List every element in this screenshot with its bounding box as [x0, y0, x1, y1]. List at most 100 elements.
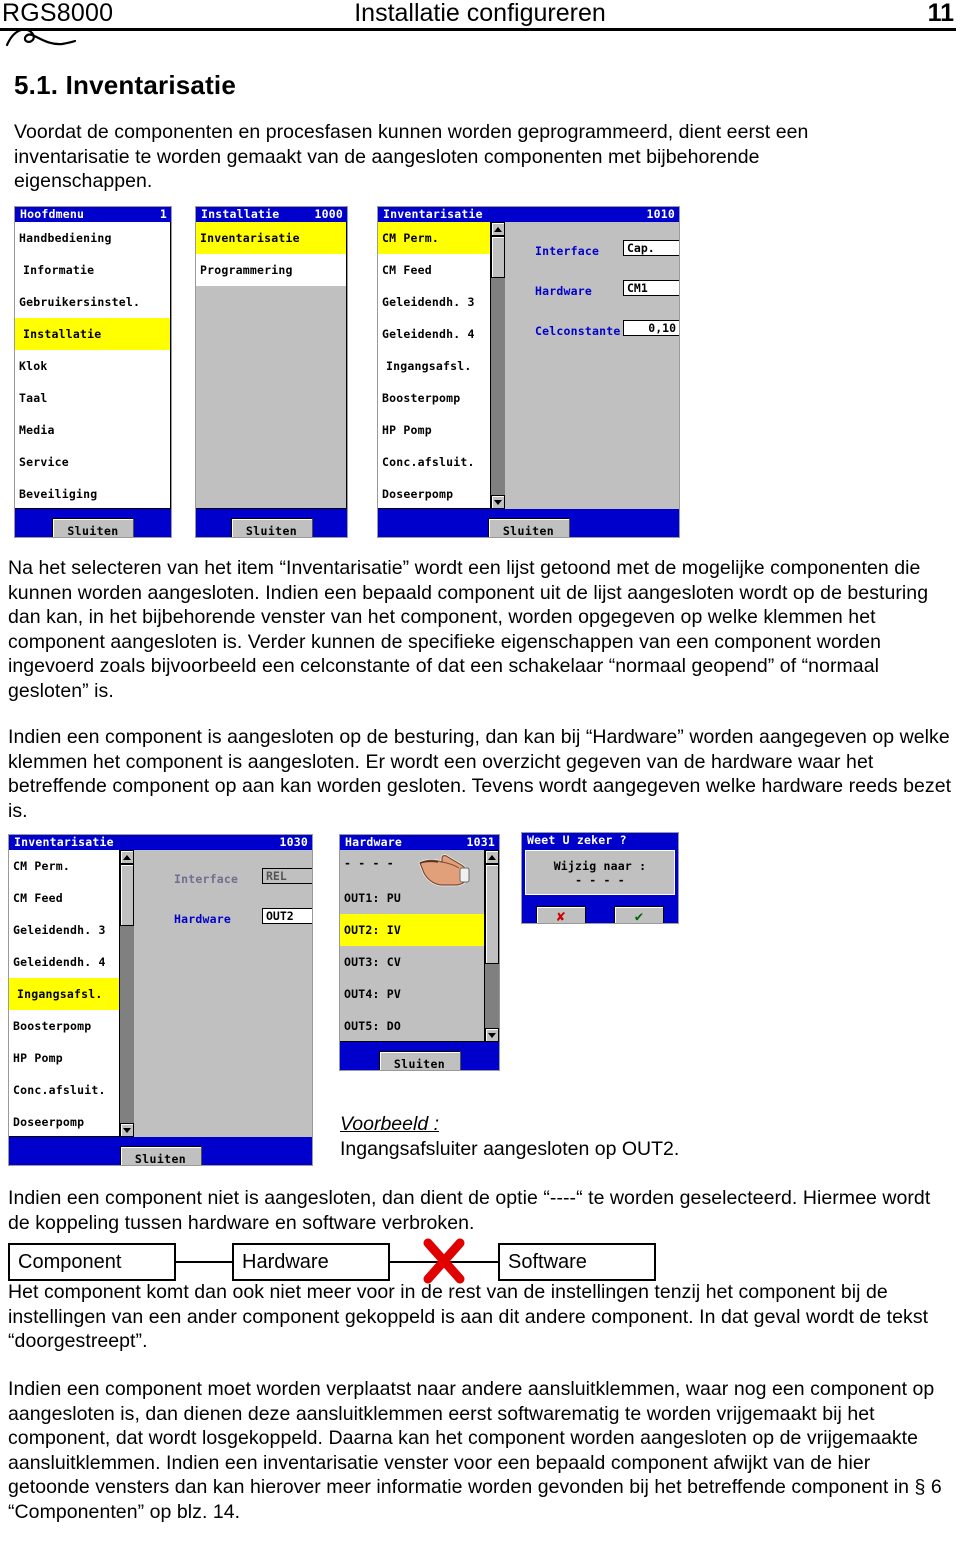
- dialog-installatie[interactable]: Installatie 1000 Inventarisatie Programm…: [195, 206, 348, 538]
- dialog-title-bar: Inventarisatie 1030: [9, 835, 312, 850]
- component-list[interactable]: CM Perm. CM Feed Geleidendh. 3 Geleidend…: [378, 222, 491, 509]
- interface-label: Interface: [535, 244, 600, 258]
- pointing-hand-cursor-icon: [418, 854, 470, 887]
- list-item[interactable]: CM Feed: [9, 882, 119, 914]
- list-item[interactable]: OUT3: CV: [340, 946, 484, 978]
- confirm-button[interactable]: ✔: [614, 905, 664, 923]
- dialog-title-text: Hardware: [345, 835, 402, 849]
- scrollbar-thumb[interactable]: [485, 864, 499, 964]
- list-item-selected[interactable]: Installatie: [15, 318, 170, 350]
- menu-list[interactable]: Inventarisatie Programmering: [196, 222, 347, 509]
- list-item[interactable]: Taal: [15, 382, 170, 414]
- scrollbar-track[interactable]: [120, 864, 134, 1123]
- scroll-down-button[interactable]: [491, 495, 505, 509]
- dialog-footer: Sluiten: [378, 509, 679, 537]
- interface-select[interactable]: Cap.: [623, 240, 679, 256]
- component-list[interactable]: CM Perm. CM Feed Geleidendh. 3 Geleidend…: [9, 850, 120, 1137]
- confirm-message: Wijzig naar : - - - -: [525, 850, 675, 895]
- component-properties-pane: Interface Cap. Hardware CM1 Celconstante…: [505, 222, 679, 509]
- paragraph-c: Indien een component niet is aangesloten…: [8, 1187, 931, 1234]
- list-item[interactable]: Programmering: [196, 254, 346, 286]
- dialog-inventarisatie-1010[interactable]: Inventarisatie 1010 CM Perm. CM Feed Gel…: [377, 206, 680, 538]
- close-button[interactable]: Sluiten: [119, 1145, 202, 1165]
- dialog-code: 1: [159, 207, 167, 221]
- list-item[interactable]: Geleidendh. 4: [378, 318, 490, 350]
- scrollbar-thumb[interactable]: [120, 864, 134, 926]
- dialog-title-text: Weet U zeker ?: [527, 833, 627, 847]
- list-item-selected[interactable]: OUT2: IV: [340, 914, 484, 946]
- list-item[interactable]: Geleidendh. 3: [9, 914, 119, 946]
- list-item-selected[interactable]: Ingangsafsl.: [9, 978, 119, 1010]
- scrollbar-track[interactable]: [491, 236, 505, 495]
- dialog-confirm[interactable]: Weet U zeker ? Wijzig naar : - - - - ✘ ✔: [521, 832, 679, 924]
- list-scrollbar[interactable]: [120, 850, 134, 1137]
- header-page-number: 11: [927, 0, 954, 27]
- chevron-up-icon: [123, 854, 131, 860]
- dialog-title-bar: Weet U zeker ?: [522, 833, 678, 848]
- list-item[interactable]: Geleidendh. 3: [378, 286, 490, 318]
- list-item[interactable]: Boosterpomp: [378, 382, 490, 414]
- list-item[interactable]: Doseerpomp: [9, 1106, 119, 1136]
- hardware-list[interactable]: - - - - OUT1: PU OUT2: IV OUT3: CV OUT4:…: [340, 850, 485, 1042]
- close-button[interactable]: Sluiten: [52, 517, 134, 537]
- list-item[interactable]: Beveiliging: [15, 478, 170, 508]
- hardware-select[interactable]: CM1: [623, 280, 679, 296]
- list-item[interactable]: CM Perm.: [9, 850, 119, 882]
- dialog-body: CM Perm. CM Feed Geleidendh. 3 Geleidend…: [9, 850, 312, 1137]
- list-item-selected[interactable]: CM Perm.: [378, 222, 490, 254]
- hardware-label: Hardware: [174, 912, 231, 926]
- dialog-footer: Sluiten: [15, 509, 171, 537]
- list-item[interactable]: OUT5: DO: [340, 1010, 484, 1041]
- chevron-down-icon: [488, 1032, 496, 1038]
- scrollbar-track[interactable]: [485, 864, 499, 1028]
- scrollbar-thumb[interactable]: [491, 236, 505, 278]
- list-item[interactable]: OUT4: PV: [340, 978, 484, 1010]
- dialog-inventarisatie-1030[interactable]: Inventarisatie 1030 CM Perm. CM Feed Gel…: [8, 834, 313, 1166]
- scroll-down-button[interactable]: [120, 1123, 134, 1137]
- list-item[interactable]: HP Pomp: [9, 1042, 119, 1074]
- list-item[interactable]: Doseerpomp: [378, 478, 490, 508]
- dialog-code: 1030: [279, 835, 308, 849]
- close-button[interactable]: Sluiten: [378, 1050, 461, 1070]
- list-item[interactable]: Geleidendh. 4: [9, 946, 119, 978]
- list-item[interactable]: Service: [15, 446, 170, 478]
- paragraph-d: Het component komt dan ook niet meer voo…: [8, 1281, 929, 1352]
- wave-logo-icon: [5, 28, 77, 47]
- list-item[interactable]: Conc.afsluit.: [9, 1074, 119, 1106]
- dialog-title-text: Installatie: [201, 207, 280, 221]
- list-item[interactable]: Conc.afsluit.: [378, 446, 490, 478]
- scroll-up-button[interactable]: [120, 850, 134, 864]
- confirm-message-line1: Wijzig naar :: [553, 858, 647, 873]
- list-item[interactable]: Klok: [15, 350, 170, 382]
- list-item[interactable]: Ingangsafsl.: [378, 350, 490, 382]
- menu-list[interactable]: Handbediening Informatie Gebruikersinste…: [15, 222, 171, 509]
- list-item[interactable]: Media: [15, 414, 170, 446]
- document-page: RGS8000 Installatie configureren 11 5.1.…: [0, 0, 960, 1553]
- list-item-selected[interactable]: Inventarisatie: [196, 222, 346, 254]
- list-item[interactable]: HP Pomp: [378, 414, 490, 446]
- list-item[interactable]: Handbediening: [15, 222, 170, 254]
- header-chapter-title: Installatie configureren: [354, 0, 606, 27]
- cancel-button[interactable]: ✘: [536, 905, 586, 923]
- dialog-hardware-1031[interactable]: Hardware 1031 - - - - OUT1: PU OUT2: IV …: [339, 834, 500, 1071]
- close-button[interactable]: Sluiten: [230, 517, 313, 537]
- chevron-down-icon: [494, 499, 502, 505]
- hardware-select[interactable]: OUT2: [262, 908, 312, 924]
- chevron-up-icon: [494, 226, 502, 232]
- list-scrollbar[interactable]: [491, 222, 505, 509]
- scroll-down-button[interactable]: [485, 1028, 499, 1042]
- dialog-code: 1010: [646, 207, 675, 221]
- list-item[interactable]: Informatie: [15, 254, 170, 286]
- list-item[interactable]: CM Feed: [378, 254, 490, 286]
- celconstante-input[interactable]: 0,10: [623, 320, 679, 336]
- scroll-up-button[interactable]: [485, 850, 499, 864]
- dialog-body: CM Perm. CM Feed Geleidendh. 3 Geleidend…: [378, 222, 679, 509]
- list-scrollbar[interactable]: [485, 850, 499, 1042]
- dialog-code: 1000: [314, 207, 343, 221]
- dialog-hoofdmenu[interactable]: Hoofdmenu 1 Handbediening Informatie Geb…: [14, 206, 172, 538]
- list-item[interactable]: Boosterpomp: [9, 1010, 119, 1042]
- close-button[interactable]: Sluiten: [487, 517, 570, 537]
- dialog-body: Inventarisatie Programmering: [196, 222, 347, 509]
- list-item[interactable]: Gebruikersinstel.: [15, 286, 170, 318]
- scroll-up-button[interactable]: [491, 222, 505, 236]
